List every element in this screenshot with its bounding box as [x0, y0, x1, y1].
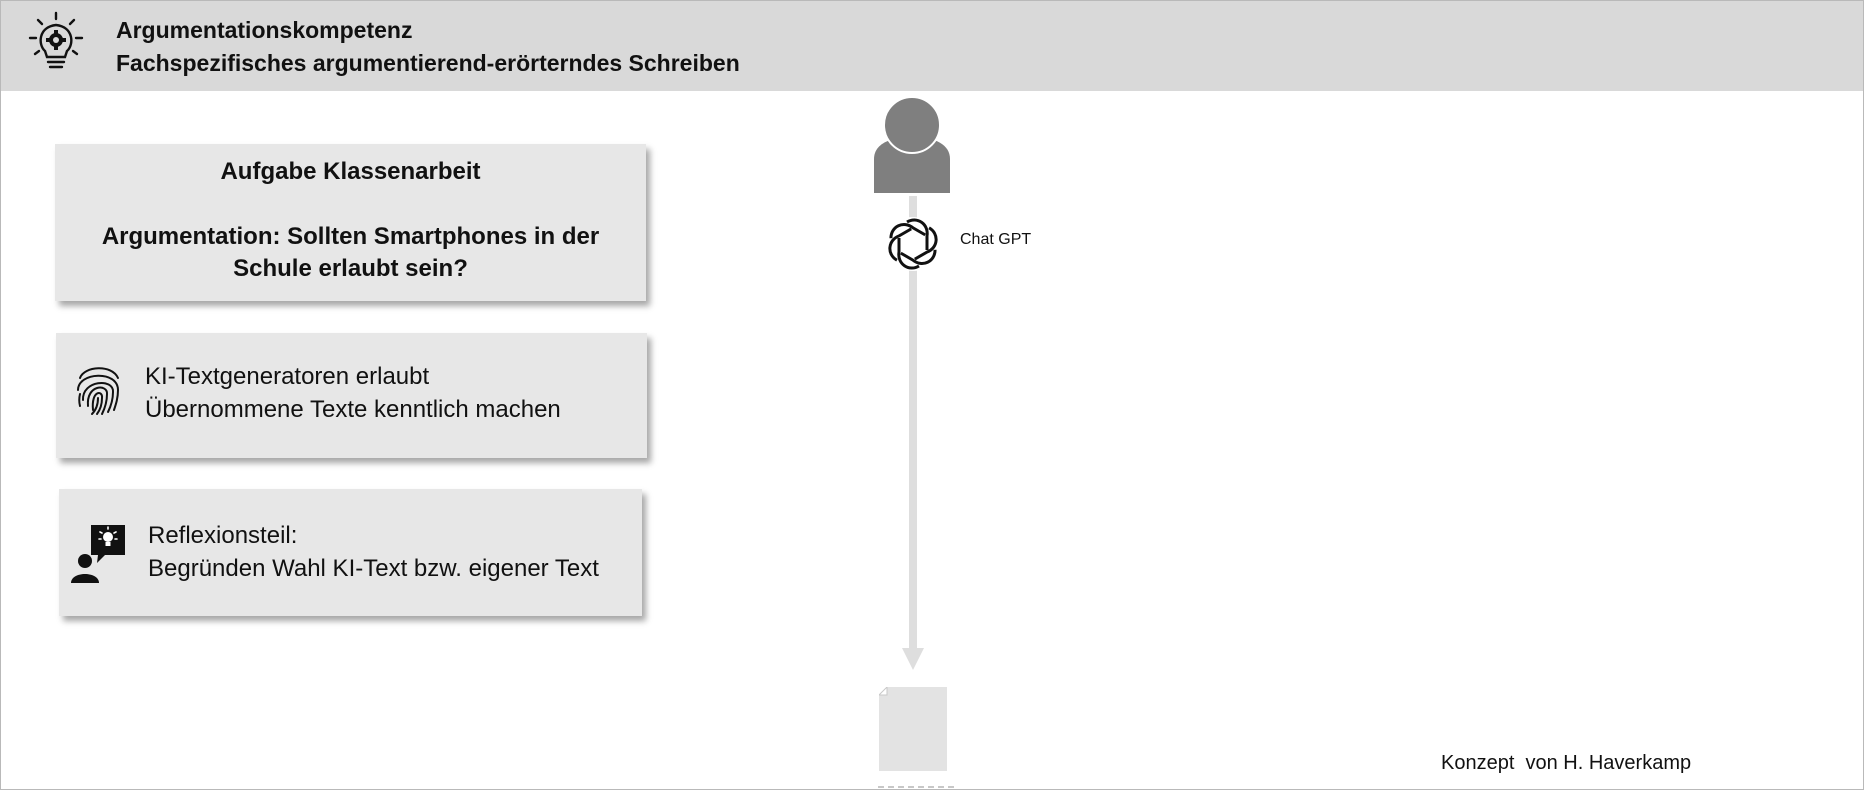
- ai-rules-line-2: Übernommene Texte kenntlich machen: [145, 396, 561, 423]
- task-card-title: Aufgabe Klassenarbeit: [220, 158, 481, 185]
- page-subtitle: Fachspezifisches argumentierend-erörtern…: [116, 50, 740, 76]
- reflection-line-2: Begründen Wahl KI-Text bzw. eigener Text: [148, 555, 599, 582]
- ai-rules-line-1: KI-Textgeneratoren erlaubt: [145, 363, 430, 390]
- header-bar: Argumentationskompetenz Fachspezifisches…: [1, 1, 1863, 91]
- task-card: Aufgabe Klassenarbeit Argumentation: Sol…: [55, 144, 646, 301]
- openai-logo-icon: [886, 217, 940, 271]
- reflection-card: Reflexionsteil: Begründen Wahl KI-Text b…: [59, 489, 642, 616]
- person-icon: [874, 97, 950, 193]
- fingerprint-icon: [77, 367, 120, 415]
- task-card-body: Argumentation: Sollten Smartphones in de…: [101, 223, 600, 282]
- arrow-down-icon: [902, 648, 924, 670]
- lightbulb-gear-icon: [28, 11, 84, 69]
- chatgpt-label: Chat GPT: [960, 231, 1032, 248]
- document-base: [878, 786, 954, 792]
- person-idea-icon: [71, 525, 125, 583]
- reflection-line-1: Reflexionsteil:: [148, 522, 298, 549]
- page-title: Argumentationskompetenz: [116, 17, 413, 43]
- author-credit: Konzept von H. Haverkamp: [1441, 752, 1692, 774]
- ai-rules-card: KI-Textgeneratoren erlaubt Übernommene T…: [56, 333, 647, 458]
- document-icon: [879, 687, 947, 771]
